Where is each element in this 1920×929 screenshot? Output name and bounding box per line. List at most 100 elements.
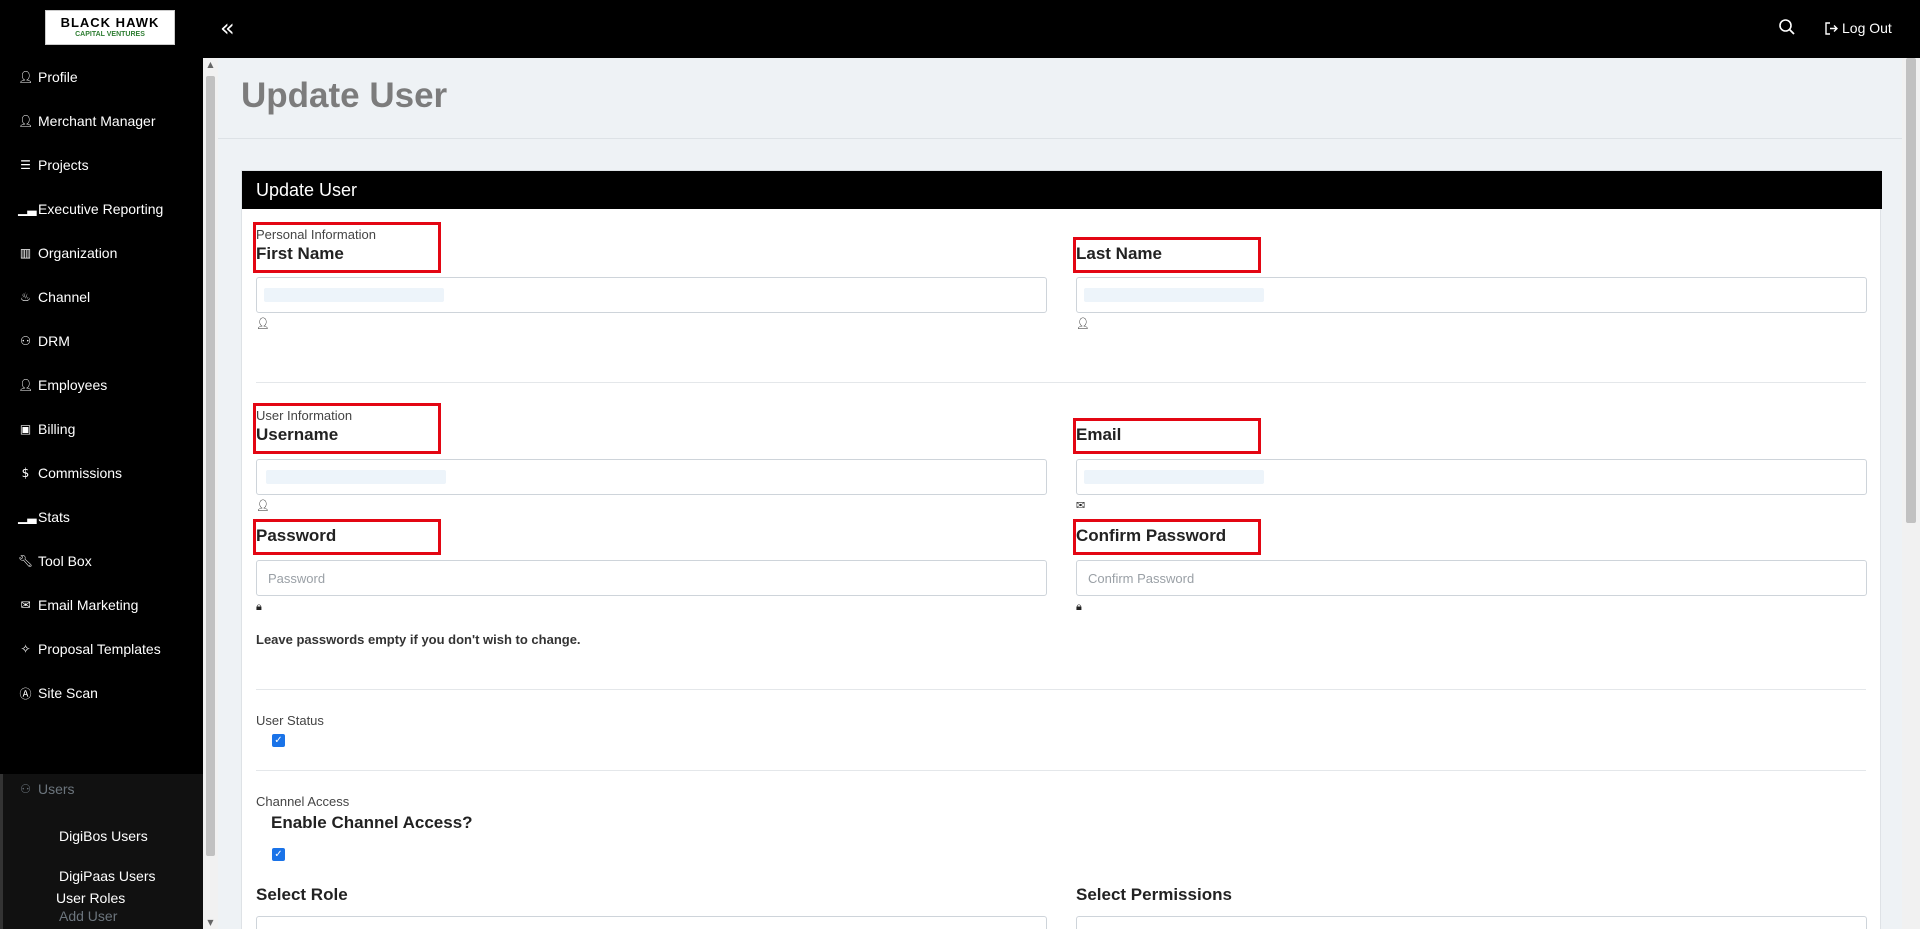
scroll-down-icon[interactable]: ▼ xyxy=(206,918,215,927)
card-header: Update User xyxy=(242,171,1882,209)
building-icon: ▥ xyxy=(19,246,32,260)
sidebar-item-organization[interactable]: ▥ Organization xyxy=(0,238,203,268)
email-value-redacted xyxy=(1084,470,1264,484)
select-role-label: Select Role xyxy=(256,885,348,904)
password-input[interactable] xyxy=(256,560,1047,596)
sidebar-item-stats[interactable]: ▁▃ Stats xyxy=(0,502,203,532)
search-icon[interactable] xyxy=(1778,18,1800,40)
sidebar-item-proposal-templates[interactable]: ✧ Proposal Templates xyxy=(0,634,203,664)
collapse-sidebar-icon[interactable]: « xyxy=(220,16,246,42)
wrench-icon: 🔧︎ xyxy=(18,554,34,568)
main-content: Update User Update User Personal Informa… xyxy=(218,58,1902,929)
top-bar: BLACK HAWK CAPITAL VENTURES « Log Out xyxy=(0,0,1920,58)
logout-button[interactable]: Log Out xyxy=(1825,20,1892,36)
sidebar-item-label: Projects xyxy=(38,157,89,173)
page-scrollbar[interactable] xyxy=(1902,58,1920,929)
company-logo[interactable]: BLACK HAWK CAPITAL VENTURES xyxy=(45,10,175,45)
username-highlight xyxy=(253,403,441,454)
lock-icon: 🔒︎ xyxy=(256,600,262,613)
page-scrollbar-thumb[interactable] xyxy=(1906,58,1916,523)
section-divider xyxy=(256,770,1866,771)
fire-icon: ♨ xyxy=(20,290,31,304)
user-icon: 👤︎ xyxy=(18,378,34,392)
sidebar-item-merchant-manager[interactable]: 👤︎ Merchant Manager xyxy=(0,106,203,136)
email-highlight xyxy=(1073,418,1261,454)
logout-icon xyxy=(1825,21,1838,35)
confirm-password-input[interactable] xyxy=(1076,560,1867,596)
sidebar-item-label: Users xyxy=(38,781,75,797)
password-highlight xyxy=(253,519,441,555)
sidebar-item-label: Commissions xyxy=(38,465,123,481)
sidebar-item-label: Employees xyxy=(38,377,108,393)
confirm-password-highlight xyxy=(1073,519,1261,555)
sidebar-subitem-digipaas-users[interactable]: DigiPaas Users xyxy=(59,868,155,884)
handshake-icon: ✧ xyxy=(20,642,31,656)
sidebar-item-drm[interactable]: ⚇ DRM xyxy=(0,326,203,356)
update-user-card: Update User Personal Information First N… xyxy=(241,170,1882,929)
sidebar-item-email-marketing[interactable]: ✉ Email Marketing xyxy=(0,590,203,620)
sidebar-item-label: Channel xyxy=(38,289,91,305)
user-icon: 👤︎ xyxy=(256,499,270,512)
logo-line-2: CAPITAL VENTURES xyxy=(75,31,145,38)
sidebar-item-commissions[interactable]: $ Commissions xyxy=(0,458,203,488)
sidebar-scrollbar-thumb[interactable] xyxy=(206,76,215,856)
sidebar-item-label: Stats xyxy=(38,509,70,525)
logout-label: Log Out xyxy=(1842,20,1892,36)
title-divider xyxy=(218,138,1902,139)
sidebar-item-label: Merchant Manager xyxy=(38,113,156,129)
section-divider xyxy=(256,689,1866,690)
user-icon: 👤︎ xyxy=(18,70,34,84)
sidebar-item-label: Email Marketing xyxy=(38,597,139,613)
bar-chart-icon: ▁▃ xyxy=(18,510,37,524)
sidebar-item-tool-box[interactable]: 🔧︎ Tool Box xyxy=(0,546,203,576)
password-note: Leave passwords empty if you don't wish … xyxy=(256,632,581,647)
first-name-value-redacted xyxy=(264,288,444,302)
sidebar-item-site-scan[interactable]: Ⓐ Site Scan xyxy=(0,678,203,708)
envelope-icon: ✉ xyxy=(20,598,31,612)
channel-access-label: Channel Access xyxy=(256,794,350,809)
sidebar-item-label: Billing xyxy=(38,421,76,437)
user-status-checkbox[interactable]: ✓ xyxy=(272,734,285,747)
sidebar-item-label: Tool Box xyxy=(38,553,92,569)
select-permissions-dropdown[interactable] xyxy=(1076,916,1867,929)
select-role-dropdown[interactable] xyxy=(256,916,1047,929)
section-divider xyxy=(256,382,1866,383)
users-icon: ⚇ xyxy=(20,782,31,796)
sidebar-item-channel[interactable]: ♨ Channel xyxy=(0,282,203,312)
sidebar-item-billing[interactable]: ▣ Billing xyxy=(0,414,203,444)
user-icon: 👤︎ xyxy=(256,317,270,330)
user-icon: 👤︎ xyxy=(18,114,34,128)
last-name-highlight xyxy=(1073,237,1261,273)
logo-line-1: BLACK HAWK xyxy=(60,15,160,30)
sidebar-item-label: DRM xyxy=(38,333,70,349)
sidebar-item-label: Proposal Templates xyxy=(38,641,161,657)
sidebar-item-users[interactable]: ⚇ Users xyxy=(0,774,203,804)
page-title: Update User xyxy=(241,76,448,115)
select-permissions-label: Select Permissions xyxy=(1076,885,1232,904)
channel-access-checkbox[interactable]: ✓ xyxy=(272,848,285,861)
user-icon: 👤︎ xyxy=(1076,317,1090,330)
last-name-value-redacted xyxy=(1084,288,1264,302)
sidebar-item-projects[interactable]: ☰ Projects xyxy=(0,150,203,180)
sidebar-subitem-add-user[interactable]: Add User xyxy=(59,908,117,924)
sidebar-item-profile[interactable]: 👤︎ Profile xyxy=(0,62,203,92)
first-name-highlight xyxy=(253,222,441,273)
dollar-icon: $ xyxy=(21,466,30,480)
sidebar-item-label: Executive Reporting xyxy=(38,201,164,217)
sidebar-subitem-user-roles[interactable]: User Roles xyxy=(56,890,125,906)
sidebar: 👤︎ Profile 👤︎ Merchant Manager ☰ Projects ▁… xyxy=(0,58,203,929)
scroll-up-icon[interactable]: ▲ xyxy=(206,60,215,69)
sidebar-item-executive-reporting[interactable]: ▁▃ Executive Reporting xyxy=(0,194,203,224)
sidebar-subitem-digibos-users[interactable]: DigiBos Users xyxy=(59,828,148,844)
sidebar-item-employees[interactable]: 👤︎ Employees xyxy=(0,370,203,400)
user-status-label: User Status xyxy=(256,713,324,728)
users-icon: ⚇ xyxy=(20,334,31,348)
bar-chart-icon: ▁▃ xyxy=(18,202,37,216)
sidebar-item-label: Organization xyxy=(38,245,118,261)
accessibility-icon: Ⓐ xyxy=(19,686,32,701)
lock-icon: 🔒︎ xyxy=(1076,600,1082,613)
sidebar-item-label: Profile xyxy=(38,69,78,85)
enable-channel-access-label: Enable Channel Access? xyxy=(271,813,473,832)
money-icon: ▣ xyxy=(19,422,32,436)
sidebar-scrollbar[interactable]: ▲ ▼ xyxy=(203,58,218,929)
